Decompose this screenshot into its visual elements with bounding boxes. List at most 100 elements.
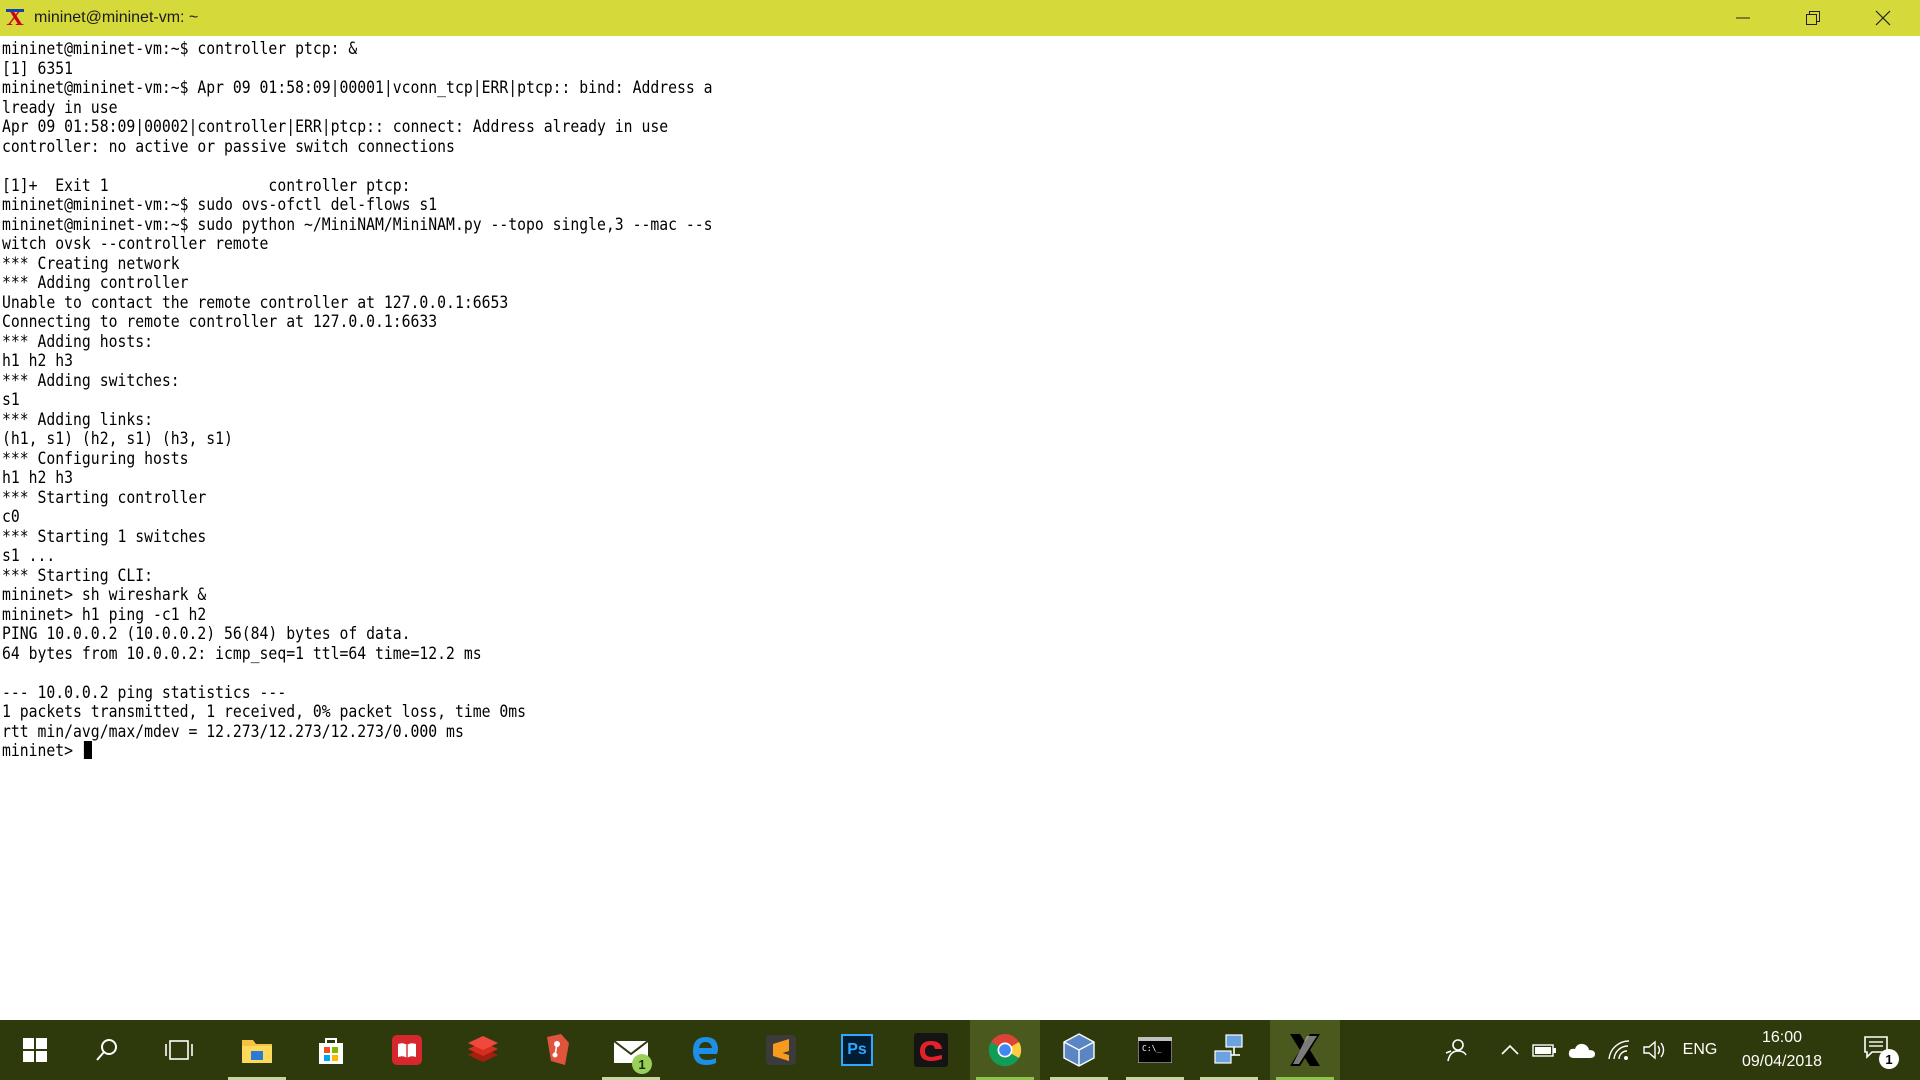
terminal-line: *** Adding hosts: bbox=[2, 331, 153, 351]
terminal-line: Apr 09 01:58:09|00002|controller|ERR|ptc… bbox=[2, 117, 669, 136]
terminal-line: s1 ... bbox=[2, 546, 56, 565]
edge-icon bbox=[693, 1037, 718, 1065]
minimize-button[interactable] bbox=[1708, 0, 1778, 36]
virtualbox-icon bbox=[1063, 1033, 1095, 1067]
wifi-button[interactable] bbox=[1604, 1020, 1634, 1080]
action-center-button[interactable]: 1 bbox=[1852, 1020, 1904, 1080]
terminal-line: h1 h2 h3 bbox=[2, 468, 74, 487]
terminal-line: mininet@mininet-vm:~$ controller ptcp: & bbox=[2, 39, 358, 58]
terminal-line: *** Starting controller bbox=[2, 487, 207, 507]
store-icon bbox=[319, 1038, 343, 1064]
start-icon bbox=[23, 1038, 47, 1062]
sublime-text-icon bbox=[766, 1035, 796, 1065]
task-view-button[interactable] bbox=[144, 1020, 214, 1080]
start-button[interactable] bbox=[0, 1020, 70, 1080]
file-explorer-button[interactable] bbox=[222, 1020, 292, 1080]
clock-time: 16:00 bbox=[1761, 1029, 1803, 1046]
search-button[interactable] bbox=[72, 1020, 142, 1080]
terminal-line: s1 bbox=[2, 390, 20, 409]
cmd-button[interactable]: C:\_ bbox=[1120, 1020, 1190, 1080]
volume-button[interactable] bbox=[1638, 1020, 1670, 1080]
cmd-icon: C:\_ bbox=[1138, 1037, 1172, 1063]
virtualbox-button[interactable] bbox=[1044, 1020, 1114, 1080]
terminal-line: mininet@mininet-vm:~$ Apr 09 01:58:09|00… bbox=[2, 78, 713, 97]
edge-button[interactable] bbox=[670, 1020, 740, 1080]
git-tool-button[interactable] bbox=[522, 1020, 592, 1080]
terminal-line: *** Starting 1 switches bbox=[2, 526, 207, 546]
terminal-line: (h1, s1) (h2, s1) (h3, s1) bbox=[2, 429, 233, 448]
stack-app-icon bbox=[468, 1036, 498, 1062]
terminal-line: 64 bytes from 10.0.0.2: icmp_seq=1 ttl=6… bbox=[2, 643, 482, 663]
people-button[interactable] bbox=[1436, 1020, 1476, 1080]
people-icon bbox=[1445, 1039, 1467, 1062]
terminal-line: *** Starting CLI: bbox=[2, 565, 153, 585]
network-remote-icon bbox=[1214, 1034, 1243, 1064]
network-remote-button[interactable] bbox=[1194, 1020, 1264, 1080]
xming-icon bbox=[1290, 1034, 1320, 1066]
terminal-line: h1 h2 h3 bbox=[2, 351, 74, 370]
reader-button[interactable] bbox=[372, 1020, 442, 1080]
garena-icon bbox=[914, 1033, 948, 1067]
terminal-line: [1] 6351 bbox=[2, 58, 74, 78]
close-icon bbox=[1875, 10, 1891, 26]
terminal-line: mininet> sh wireshark & bbox=[2, 585, 207, 604]
terminal-line: lready in use bbox=[2, 97, 118, 117]
battery-icon bbox=[1532, 1044, 1556, 1057]
store-button[interactable] bbox=[296, 1020, 366, 1080]
battery-button[interactable] bbox=[1530, 1020, 1560, 1080]
photoshop-icon: Ps bbox=[841, 1034, 873, 1066]
language-indicator[interactable]: ENG bbox=[1676, 1020, 1724, 1080]
xming-x-icon[interactable]: X bbox=[4, 5, 26, 31]
photoshop-label: Ps bbox=[847, 1041, 867, 1058]
mail-button[interactable]: 1 bbox=[596, 1020, 666, 1080]
chrome-button[interactable] bbox=[970, 1020, 1040, 1080]
terminal-line: witch ovsk --controller remote bbox=[2, 234, 269, 253]
terminal-line: PING 10.0.0.2 (10.0.0.2) 56(84) bytes of… bbox=[2, 624, 411, 643]
garena-button[interactable] bbox=[896, 1020, 966, 1080]
mail-badge: 1 bbox=[632, 1054, 652, 1074]
chevron-up-icon bbox=[1501, 1044, 1519, 1055]
terminal-line: [1]+ Exit 1 controller ptcp: bbox=[2, 175, 411, 195]
terminal-line: *** Adding switches: bbox=[2, 370, 180, 390]
terminal-cursor bbox=[83, 741, 92, 759]
terminal-output: mininet@mininet-vm:~$ controller ptcp: &… bbox=[2, 39, 713, 761]
onedrive-button[interactable] bbox=[1566, 1020, 1598, 1080]
terminal-line: --- 10.0.0.2 ping statistics --- bbox=[2, 682, 287, 702]
show-hidden-icons-button[interactable] bbox=[1496, 1020, 1524, 1080]
file-explorer-icon bbox=[242, 1040, 272, 1063]
terminal-line: mininet@mininet-vm:~$ sudo python ~/Mini… bbox=[2, 214, 713, 234]
title-bar: X mininet@mininet-vm: ~ bbox=[0, 0, 1920, 36]
terminal-line: c0 bbox=[2, 507, 20, 526]
git-tool-icon bbox=[547, 1034, 569, 1065]
photoshop-button[interactable]: Ps bbox=[822, 1020, 892, 1080]
terminal-line: 1 packets transmitted, 1 received, 0% pa… bbox=[2, 702, 526, 721]
clock[interactable]: 16:00 09/04/2018 bbox=[1730, 1020, 1834, 1080]
task-view-icon bbox=[165, 1040, 193, 1060]
wifi-icon bbox=[1608, 1040, 1630, 1060]
terminal-line: controller: no active or passive switch … bbox=[2, 136, 455, 156]
close-button[interactable] bbox=[1848, 0, 1918, 36]
terminal-lines: mininet@mininet-vm:~$ controller ptcp: &… bbox=[2, 39, 713, 741]
terminal-line: Connecting to remote controller at 127.0… bbox=[2, 312, 438, 331]
volume-icon bbox=[1643, 1040, 1665, 1060]
terminal-line: mininet@mininet-vm:~$ sudo ovs-ofctl del… bbox=[2, 195, 438, 214]
search-icon bbox=[96, 1039, 117, 1061]
restore-icon bbox=[1806, 11, 1820, 25]
reader-icon bbox=[392, 1035, 422, 1065]
terminal-area[interactable]: mininet@mininet-vm:~$ controller ptcp: &… bbox=[0, 36, 1920, 1020]
restore-button[interactable] bbox=[1778, 0, 1848, 36]
xming-button[interactable] bbox=[1270, 1020, 1340, 1080]
sublime-text-button[interactable] bbox=[746, 1020, 816, 1080]
taskbar: 1 Ps C:\_ ENG 16:00 09/04/2018 1 bbox=[0, 1020, 1920, 1080]
terminal-line: *** Adding controller bbox=[2, 273, 189, 292]
stack-app-button[interactable] bbox=[448, 1020, 518, 1080]
terminal-line: *** Configuring hosts bbox=[2, 448, 189, 468]
terminal-line: rtt min/avg/max/mdev = 12.273/12.273/12.… bbox=[2, 721, 464, 741]
minimize-icon bbox=[1736, 17, 1750, 19]
notification-badge: 1 bbox=[1879, 1049, 1899, 1069]
svg-text:C:\_: C:\_ bbox=[1142, 1044, 1161, 1053]
onedrive-cloud-icon bbox=[1568, 1043, 1595, 1058]
window-title: mininet@mininet-vm: ~ bbox=[34, 9, 199, 26]
terminal-line: mininet> h1 ping -c1 h2 bbox=[2, 604, 207, 624]
terminal-line: *** Adding links: bbox=[2, 409, 153, 429]
